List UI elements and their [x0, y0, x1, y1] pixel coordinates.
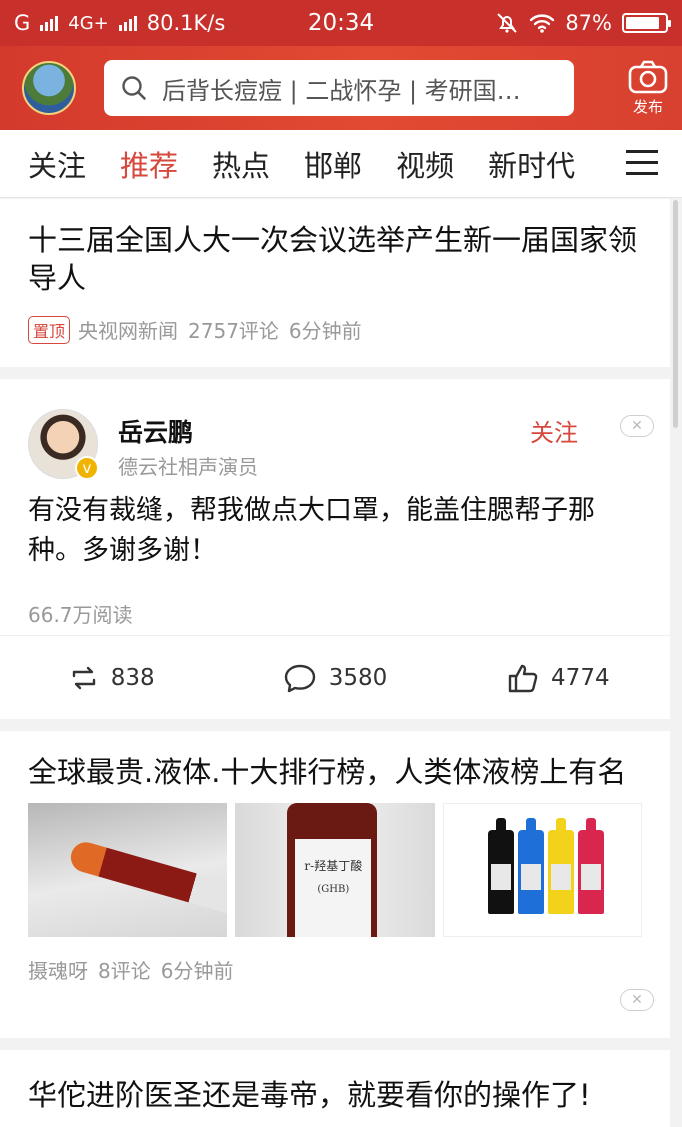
bottle-label-name: r-羟基丁酸 — [304, 859, 363, 873]
wifi-icon — [530, 14, 555, 33]
time-label: 6分钟前 — [288, 319, 362, 343]
article-title[interactable]: 全球最贵.液体.十大排行榜，人类体液榜上有名 — [0, 753, 670, 791]
repost-button[interactable]: 838 — [0, 665, 223, 691]
article-meta: 置顶 央视网新闻 2757评论 6分钟前 — [0, 315, 670, 344]
signal-icon-2 — [118, 15, 137, 31]
repost-icon — [72, 666, 95, 689]
thumbnail-ghb-bottle[interactable]: r-羟基丁酸 (GHB) — [235, 803, 435, 937]
tab-handan[interactable]: 邯郸 — [304, 143, 362, 185]
pinned-badge: 置顶 — [28, 315, 71, 344]
thumbs-up-icon — [508, 664, 538, 692]
feed-item-3[interactable]: 全球最贵.液体.十大排行榜，人类体液榜上有名 r-羟基丁酸 (GHB) 摄魂呀 … — [0, 731, 670, 1038]
comment-button[interactable]: 3580 — [223, 663, 446, 693]
dismiss-icon[interactable]: ✕ — [620, 415, 654, 437]
search-bar[interactable]: 后背长痘痘 | 二战怀孕 | 考研国… — [104, 60, 574, 116]
post-text[interactable]: 有没有裁缝，帮我做点大口罩，能盖住腮帮子那种。多谢多谢！ — [28, 491, 648, 571]
thumbnail-blood-tube[interactable] — [28, 803, 228, 937]
search-icon — [122, 76, 146, 100]
author-description: 德云社相声演员 — [118, 455, 258, 479]
battery-percent: 87% — [565, 11, 612, 35]
feed-item-2: v 岳云鹏 德云社相声演员 关注 ✕ 有没有裁缝，帮我做点大口罩，能盖住腮帮子那… — [0, 379, 670, 719]
tab-new-era[interactable]: 新时代 — [488, 143, 575, 185]
net-speed: 80.1K/s — [146, 11, 226, 35]
read-count: 66.7万阅读 — [28, 603, 133, 627]
repost-count: 838 — [110, 664, 155, 691]
bottle-label-abbr: (GHB) — [317, 884, 350, 895]
tab-recommend[interactable]: 推荐 — [120, 143, 178, 185]
status-bar: G 4G+ 80.1K/s 20:34 87% — [0, 0, 682, 46]
time-label: 6分钟前 — [160, 959, 234, 983]
tab-hot[interactable]: 热点 — [212, 143, 270, 185]
article-meta: 摄魂呀 8评论 6分钟前 — [0, 955, 670, 984]
source-label: 央视网新闻 — [78, 319, 179, 343]
verified-icon: v — [75, 456, 99, 480]
tab-video[interactable]: 视频 — [396, 143, 454, 185]
network-label: 4G+ — [68, 12, 109, 34]
tab-follow[interactable]: 关注 — [28, 143, 86, 185]
comment-icon — [284, 664, 315, 692]
scrollbar[interactable] — [673, 200, 678, 428]
follow-button[interactable]: 关注 — [530, 413, 578, 448]
mute-bell-icon — [497, 13, 518, 33]
thumbnail-ink-bottles[interactable] — [442, 803, 642, 937]
channel-tabs: 关注 推荐 热点 邯郸 视频 新时代 — [0, 130, 682, 198]
feed-item-1[interactable]: 十三届全国人大一次会议选举产生新一届国家领导人 置顶 央视网新闻 2757评论 … — [0, 199, 670, 367]
search-placeholder: 后背长痘痘 | 二战怀孕 | 考研国… — [162, 76, 521, 105]
camera-icon — [628, 60, 668, 93]
publish-label: 发布 — [632, 97, 663, 116]
signal-icon — [40, 15, 59, 31]
battery-icon — [622, 13, 671, 33]
feed-item-4[interactable]: 华佗进阶医圣还是毒帝，就要看你的操作了! — [0, 1050, 670, 1127]
author-name[interactable]: 岳云鹏 — [118, 413, 193, 449]
comment-count: 2757评论 — [188, 319, 279, 343]
publish-button[interactable]: 发布 — [628, 60, 668, 117]
dismiss-icon[interactable]: ✕ — [620, 989, 654, 1011]
post-actions: 838 3580 4774 — [0, 635, 670, 719]
article-title[interactable]: 十三届全国人大一次会议选举产生新一届国家领导人 — [0, 221, 670, 297]
article-title[interactable]: 华佗进阶医圣还是毒帝，就要看你的操作了! — [0, 1076, 670, 1114]
source-label: 摄魂呀 — [28, 959, 88, 983]
comment-count: 8评论 — [98, 959, 151, 983]
app-header: 后背长痘痘 | 二战怀孕 | 考研国… 发布 — [0, 46, 682, 130]
channel-logo[interactable] — [22, 61, 76, 115]
like-count: 4774 — [551, 664, 610, 691]
avatar[interactable]: v — [28, 409, 99, 480]
menu-icon[interactable] — [626, 150, 658, 183]
comment-count: 3580 — [328, 664, 388, 691]
like-button[interactable]: 4774 — [447, 662, 670, 694]
thumbnail-row: r-羟基丁酸 (GHB) — [0, 803, 670, 937]
carrier-label: G — [14, 11, 31, 35]
